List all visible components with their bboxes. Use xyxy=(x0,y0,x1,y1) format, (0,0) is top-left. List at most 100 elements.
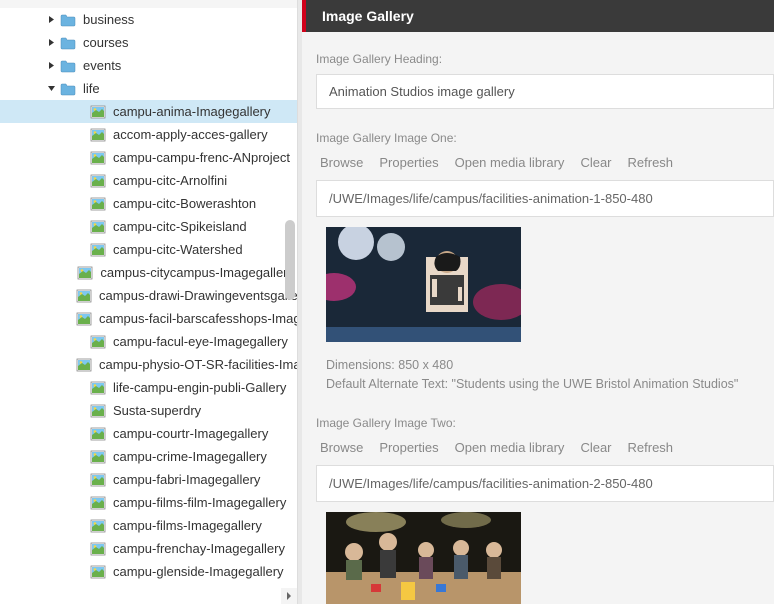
image-icon xyxy=(90,564,106,580)
item-label: campu-crime-Imagegallery xyxy=(110,448,270,465)
tree-item[interactable]: campus-facil-barscafesshops-Imagegal xyxy=(0,307,297,330)
tree-item[interactable]: campu-citc-Arnolfini xyxy=(0,169,297,192)
heading-input[interactable]: Animation Studios image gallery xyxy=(316,74,774,109)
image-one-thumbnail[interactable] xyxy=(326,227,521,342)
item-label: campu-anima-Imagegallery xyxy=(110,103,274,120)
tree-item[interactable]: campu-citc-Bowerashton xyxy=(0,192,297,215)
item-label: Susta-superdry xyxy=(110,402,204,419)
tree-item[interactable]: campu-films-film-Imagegallery xyxy=(0,491,297,514)
folder-label: events xyxy=(80,57,124,74)
folder-label: business xyxy=(80,11,137,28)
tree-folder[interactable]: life xyxy=(0,77,297,100)
sidebar-scrollbar[interactable] xyxy=(281,0,297,604)
tree-item[interactable]: life-campu-engin-publi-Gallery xyxy=(0,376,297,399)
item-label: life-campu-engin-publi-Gallery xyxy=(110,379,289,396)
image-icon xyxy=(90,449,106,465)
panel-header: Image Gallery xyxy=(302,0,774,32)
item-label: campu-fabri-Imagegallery xyxy=(110,471,263,488)
properties-link[interactable]: Properties xyxy=(379,155,438,170)
expand-arrow-icon[interactable] xyxy=(44,13,58,27)
image-icon xyxy=(90,426,106,442)
item-label: campu-frenchay-Imagegallery xyxy=(110,540,288,557)
image-two-thumbnail[interactable] xyxy=(326,512,521,604)
tree-item[interactable]: campu-glenside-Imagegallery xyxy=(0,560,297,583)
tree-item[interactable]: campu-physio-OT-SR-facilities-Imageg xyxy=(0,353,297,376)
tree-item[interactable]: campu-frenchay-Imagegallery xyxy=(0,537,297,560)
tree-item[interactable]: campu-citc-Watershed xyxy=(0,238,297,261)
image-icon xyxy=(90,104,106,120)
dimensions-text: Dimensions: 850 x 480 xyxy=(326,356,774,375)
image-two-label: Image Gallery Image Two: xyxy=(316,416,774,430)
item-label: campu-campu-frenc-ANproject xyxy=(110,149,293,166)
image-icon xyxy=(90,127,106,143)
browse-link[interactable]: Browse xyxy=(320,440,363,455)
folder-icon xyxy=(60,81,76,97)
expand-arrow-icon[interactable] xyxy=(44,36,58,50)
tree-folder[interactable]: events xyxy=(0,54,297,77)
clear-link[interactable]: Clear xyxy=(580,155,611,170)
tree-item[interactable]: campu-facul-eye-Imagegallery xyxy=(0,330,297,353)
image-icon xyxy=(90,242,106,258)
folder-icon xyxy=(60,35,76,51)
scroll-thumb[interactable] xyxy=(285,220,295,300)
folder-label: courses xyxy=(80,34,132,51)
tree-item[interactable]: campu-campu-frenc-ANproject xyxy=(0,146,297,169)
image-icon xyxy=(90,173,106,189)
image-icon xyxy=(76,311,92,327)
tree-folder[interactable]: courses xyxy=(0,31,297,54)
image-two-path[interactable]: /UWE/Images/life/campus/facilities-anima… xyxy=(316,465,774,502)
item-label: campus-drawi-Drawingeventsgallery xyxy=(96,287,298,304)
open-media-link[interactable]: Open media library xyxy=(455,155,565,170)
image-icon xyxy=(90,541,106,557)
folder-icon xyxy=(60,12,76,28)
item-label: campu-citc-Bowerashton xyxy=(110,195,259,212)
tree-item[interactable]: campu-films-Imagegallery xyxy=(0,514,297,537)
expand-arrow-icon[interactable] xyxy=(44,59,58,73)
tree-view: business courses events life campu-anima-Im… xyxy=(0,0,297,591)
image-icon xyxy=(90,380,106,396)
image-icon xyxy=(90,472,106,488)
tree-item[interactable]: campus-drawi-Drawingeventsgallery xyxy=(0,284,297,307)
alt-text: Default Alternate Text: "Students using … xyxy=(326,375,774,394)
tree-folder[interactable]: business xyxy=(0,8,297,31)
tree-item[interactable] xyxy=(0,0,297,8)
item-label: campu-citc-Watershed xyxy=(110,241,246,258)
tree-item[interactable]: campu-fabri-Imagegallery xyxy=(0,468,297,491)
item-label: campu-courtr-Imagegallery xyxy=(110,425,271,442)
image-icon xyxy=(76,357,92,373)
image-icon xyxy=(90,334,106,350)
tree-item[interactable]: campus-citycampus-Imagegallery xyxy=(0,261,297,284)
image-one-label: Image Gallery Image One: xyxy=(316,131,774,145)
tree-item[interactable]: campu-courtr-Imagegallery xyxy=(0,422,297,445)
image-icon xyxy=(90,196,106,212)
tree-item[interactable]: accom-apply-acces-gallery xyxy=(0,123,297,146)
tree-item[interactable]: Susta-superdry xyxy=(0,399,297,422)
image-one-meta: Dimensions: 850 x 480 Default Alternate … xyxy=(326,356,774,394)
browse-link[interactable]: Browse xyxy=(320,155,363,170)
properties-link[interactable]: Properties xyxy=(379,440,438,455)
refresh-link[interactable]: Refresh xyxy=(628,155,674,170)
open-media-link[interactable]: Open media library xyxy=(455,440,565,455)
clear-link[interactable]: Clear xyxy=(580,440,611,455)
panel-title: Image Gallery xyxy=(322,8,414,24)
item-label: accom-apply-acces-gallery xyxy=(110,126,271,143)
image-icon xyxy=(90,219,106,235)
tree-item[interactable]: campu-citc-Spikeisland xyxy=(0,215,297,238)
scroll-arrow-right[interactable] xyxy=(281,588,297,604)
item-label: campu-citc-Arnolfini xyxy=(110,172,230,189)
image-icon xyxy=(90,495,106,511)
item-label: campu-facul-eye-Imagegallery xyxy=(110,333,291,350)
item-label: campu-citc-Spikeisland xyxy=(110,218,250,235)
tree-item[interactable]: campu-anima-Imagegallery xyxy=(0,100,297,123)
image-icon xyxy=(90,403,106,419)
refresh-link[interactable]: Refresh xyxy=(628,440,674,455)
item-label: campu-glenside-Imagegallery xyxy=(110,563,287,580)
image-one-path[interactable]: /UWE/Images/life/campus/facilities-anima… xyxy=(316,180,774,217)
image-icon xyxy=(76,288,92,304)
folder-label: life xyxy=(80,80,103,97)
tree-item[interactable]: campu-crime-Imagegallery xyxy=(0,445,297,468)
collapse-arrow-icon[interactable] xyxy=(44,82,58,96)
item-label: campu-films-film-Imagegallery xyxy=(110,494,289,511)
image-icon xyxy=(77,265,93,281)
item-label: campus-citycampus-Imagegallery xyxy=(97,264,297,281)
